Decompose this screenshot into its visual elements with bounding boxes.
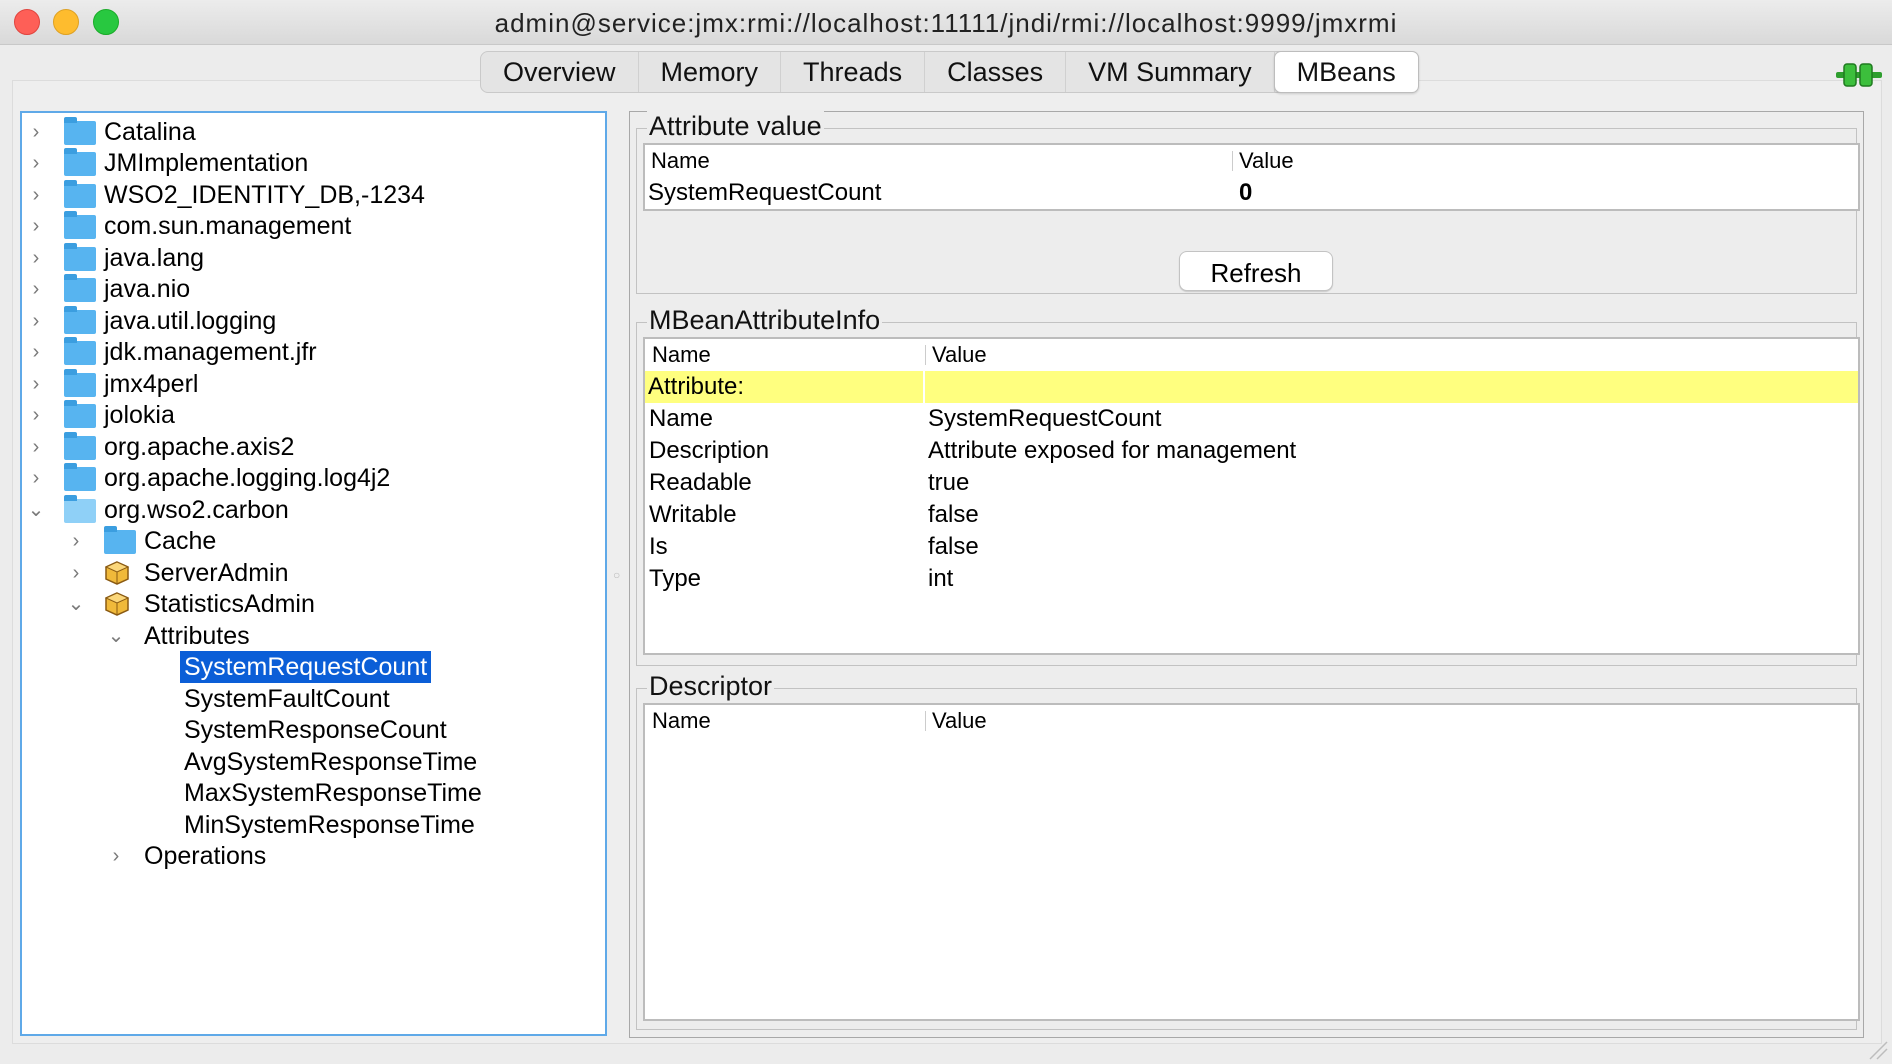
folder-icon xyxy=(64,243,96,271)
mbean-tree[interactable]: › Catalina › JMImplementation › WSO2_IDE… xyxy=(20,111,607,1036)
info-name-cell: Is xyxy=(649,533,668,560)
folder-icon xyxy=(64,400,96,428)
table-row[interactable]: Writable false xyxy=(645,499,1858,531)
folder-icon xyxy=(64,369,96,397)
info-name-cell: Attribute: xyxy=(648,373,745,400)
table-row[interactable]: SystemRequestCount 0 xyxy=(645,177,1858,209)
mbean-icon xyxy=(104,592,130,616)
tab-vm-summary[interactable]: VM Summary xyxy=(1066,52,1275,92)
descriptor-group: Descriptor Name Value xyxy=(636,670,1860,1030)
chevron-down-icon[interactable]: ⌄ xyxy=(26,491,46,529)
mbean-attribute-info-table[interactable]: Name Value Attribute: Name SystemRequest… xyxy=(643,337,1860,655)
folder-icon xyxy=(64,463,96,491)
info-name-cell: Type xyxy=(649,565,702,592)
table-row[interactable]: Name SystemRequestCount xyxy=(645,403,1858,435)
folder-icon xyxy=(64,148,96,176)
folder-icon xyxy=(104,526,136,554)
split-pane-divider[interactable]: ○ xyxy=(613,568,623,582)
column-header-value[interactable]: Value xyxy=(932,339,987,371)
info-value-cell: SystemRequestCount xyxy=(928,405,1162,432)
info-name-cell: Writable xyxy=(649,501,737,528)
table-row[interactable]: Readable true xyxy=(645,467,1858,499)
info-value-cell: false xyxy=(928,501,979,528)
tree-node-label: SystemRequestCount xyxy=(180,651,432,683)
mbean-icon xyxy=(104,561,130,585)
folder-icon xyxy=(64,432,96,460)
chevron-down-icon[interactable]: ⌄ xyxy=(66,585,86,623)
folder-icon xyxy=(64,211,96,239)
table-row[interactable]: Description Attribute exposed for manage… xyxy=(645,435,1858,467)
tab-mbeans[interactable]: MBeans xyxy=(1273,51,1419,93)
folder-icon xyxy=(64,180,96,208)
column-separator[interactable] xyxy=(1232,151,1233,171)
column-divider xyxy=(923,371,925,403)
chevron-down-icon[interactable]: ⌄ xyxy=(106,617,126,655)
folder-icon xyxy=(64,306,96,334)
info-value-cell: true xyxy=(928,469,970,496)
attribute-value-cell[interactable]: 0 xyxy=(1239,177,1252,209)
mbean-attribute-info-legend: MBeanAttributeInfo xyxy=(647,304,883,336)
descriptor-table[interactable]: Name Value xyxy=(643,703,1860,1021)
folder-icon xyxy=(64,337,96,365)
column-header-name[interactable]: Name xyxy=(651,145,710,177)
column-header-name[interactable]: Name xyxy=(652,339,711,371)
folder-icon xyxy=(64,117,96,145)
tab-threads[interactable]: Threads xyxy=(781,52,926,92)
attribute-value-group: Attribute value Name Value SystemRequest… xyxy=(636,110,1860,294)
info-value-cell: false xyxy=(928,533,979,560)
column-header-value[interactable]: Value xyxy=(932,705,987,737)
info-value-cell: int xyxy=(928,565,954,592)
table-header: Name Value xyxy=(645,145,1858,177)
folder-open-icon xyxy=(64,495,96,523)
tab-memory[interactable]: Memory xyxy=(639,52,782,92)
resize-grip-icon[interactable] xyxy=(1866,1038,1888,1060)
column-header-name[interactable]: Name xyxy=(652,705,711,737)
tab-classes[interactable]: Classes xyxy=(925,52,1067,92)
window-title: admin@service:jmx:rmi://localhost:11111/… xyxy=(494,8,1398,38)
descriptor-legend: Descriptor xyxy=(647,670,775,702)
table-row[interactable]: Type int xyxy=(645,563,1858,595)
folder-icon xyxy=(64,274,96,302)
title-bar: admin@service:jmx:rmi://localhost:11111/… xyxy=(0,0,1892,45)
info-name-cell: Description xyxy=(649,437,770,464)
chevron-right-icon[interactable]: › xyxy=(106,837,126,875)
column-separator[interactable] xyxy=(925,345,926,365)
table-row-group-header[interactable]: Attribute: xyxy=(645,371,1858,403)
attribute-value-legend: Attribute value xyxy=(647,110,824,142)
table-row[interactable]: Is false xyxy=(645,531,1858,563)
tree-node-label: Operations xyxy=(144,842,267,870)
attribute-value-table[interactable]: Name Value SystemRequestCount 0 xyxy=(643,143,1860,211)
attribute-name-cell: SystemRequestCount xyxy=(648,179,882,206)
info-name-cell: Readable xyxy=(649,469,752,496)
table-header: Name Value xyxy=(645,339,1858,371)
mbean-detail-pane: Attribute value Name Value SystemRequest… xyxy=(629,110,1864,1038)
refresh-button[interactable]: Refresh xyxy=(1179,251,1333,291)
tab-bar: Overview Memory Threads Classes VM Summa… xyxy=(480,51,1419,93)
tab-overview[interactable]: Overview xyxy=(481,52,639,92)
column-separator[interactable] xyxy=(925,711,926,731)
table-header: Name Value xyxy=(645,705,1858,737)
tree-node-label: Attributes xyxy=(144,622,250,650)
connection-status-icon[interactable] xyxy=(1836,60,1882,90)
info-value-cell: Attribute exposed for management xyxy=(928,437,1297,464)
info-name-cell: Name xyxy=(649,405,714,432)
column-header-value[interactable]: Value xyxy=(1239,145,1294,177)
mbean-attribute-info-group: MBeanAttributeInfo Name Value Attribute:… xyxy=(636,304,1860,666)
